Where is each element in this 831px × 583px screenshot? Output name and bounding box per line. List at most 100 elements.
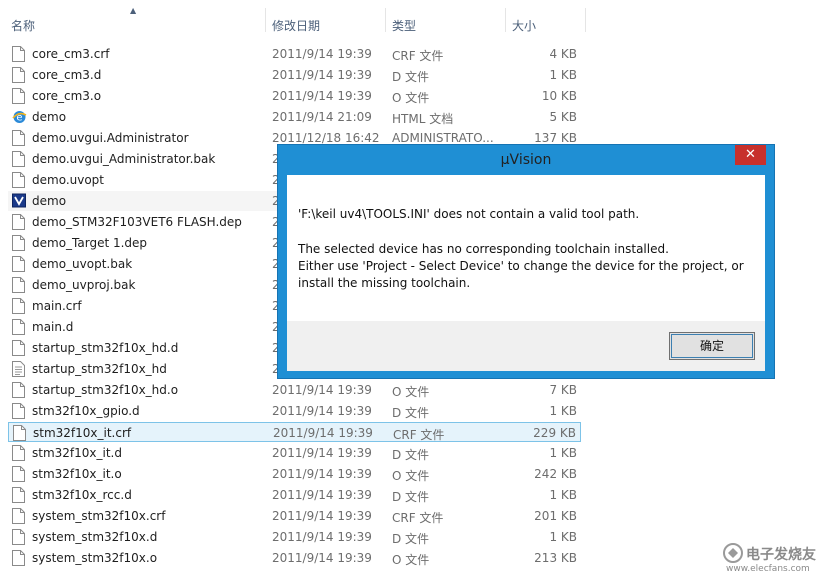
file-name: core_cm3.o [32,89,102,103]
ok-button[interactable]: 确定 [669,332,755,360]
close-button[interactable]: ✕ [735,145,766,165]
elecfans-watermark: 电子发烧友 www.elecfans.com [720,540,826,580]
uvision-project-icon [12,193,26,209]
file-row[interactable]: core_cm3.crf 2011/9/14 19:39 CRF 文件 4 KB [8,44,581,64]
file-name: main.d [32,320,74,334]
file-name: demo.uvopt [32,173,105,187]
file-size: 10 KB [541,89,577,103]
file-icon [12,403,25,419]
file-icon [12,445,25,461]
file-row[interactable]: core_cm3.d 2011/9/14 19:39 D 文件 1 KB [8,65,581,85]
column-divider[interactable] [385,8,386,32]
column-header-size[interactable]: 大小 [512,17,536,34]
file-size: 1 KB [549,488,577,502]
file-size: 1 KB [549,530,577,544]
file-type: CRF 文件 [392,49,444,63]
file-size: 201 KB [534,509,577,523]
file-row[interactable]: core_cm3.o 2011/9/14 19:39 O 文件 10 KB [8,86,581,106]
file-icon [12,487,25,503]
file-icon [12,151,25,167]
file-icon [12,277,25,293]
dialog-message-line: install the missing toolchain. [298,276,471,290]
file-name: demo [32,194,67,208]
file-type: O 文件 [392,553,430,567]
text-file-icon [12,361,25,377]
file-name: stm32f10x_it.d [32,446,122,460]
file-icon [12,214,25,230]
dialog-message-line: The selected device has no corresponding… [298,242,669,256]
file-type: HTML 文档 [392,112,454,126]
file-icon [12,529,25,545]
file-row[interactable]: system_stm32f10x.d 2011/9/14 19:39 D 文件 1 K… [8,527,581,547]
column-divider[interactable] [505,8,506,32]
file-size: 1 KB [549,446,577,460]
file-date: 2011/9/14 19:39 [272,530,372,544]
file-size: 5 KB [549,110,577,124]
file-icon [13,425,26,441]
file-icon [12,550,25,566]
file-name: stm32f10x_gpio.d [32,404,140,418]
file-size: 229 KB [533,426,576,440]
dialog-message-path: 'F:\keil uv4\TOOLS.INI' does not contain… [298,207,640,221]
file-name: demo_uvproj.bak [32,278,136,292]
file-date: 2011/9/14 19:39 [272,47,372,61]
file-size: 242 KB [534,467,577,481]
file-icon [12,172,25,188]
file-name: startup_stm32f10x_hd.o [32,383,179,397]
file-row[interactable]: stm32f10x_it.crf 2011/9/14 19:39 CRF 文件 229… [8,422,581,442]
file-size: 137 KB [534,131,577,145]
file-row[interactable]: e demo 2011/9/14 21:09 HTML 文档 5 KB [8,107,581,127]
file-type: O 文件 [392,385,430,399]
watermark-url: www.elecfans.com [726,564,810,574]
file-row[interactable]: stm32f10x_rcc.d 2011/9/14 19:39 D 文件 1 KB [8,485,581,505]
file-icon [12,340,25,356]
file-name: stm32f10x_it.o [32,467,122,481]
dialog-message-toolchain: The selected device has no corresponding… [298,241,758,292]
column-header-bar: ▲ 名称 修改日期 类型 大小 [0,0,831,40]
file-date: 2011/9/14 19:39 [272,383,372,397]
dialog-title: µVision [500,152,552,168]
column-header-modified[interactable]: 修改日期 [272,17,320,34]
file-date: 2011/9/14 19:39 [272,509,372,523]
file-date: 2011/9/14 19:39 [272,467,372,481]
file-size: 7 KB [549,383,577,397]
file-name: startup_stm32f10x_hd.d [32,341,179,355]
file-date: 2011/9/14 21:09 [272,110,372,124]
file-name: demo_STM32F103VET6 FLASH.dep [32,215,242,229]
file-size: 1 KB [549,404,577,418]
file-date: 2011/9/14 19:39 [272,488,372,502]
file-row[interactable]: stm32f10x_it.o 2011/9/14 19:39 O 文件 242 KB [8,464,581,484]
file-row[interactable]: system_stm32f10x.crf 2011/9/14 19:39 CRF 文… [8,506,581,526]
file-type: ADMINISTRATO... [392,131,494,145]
file-name: core_cm3.d [32,68,102,82]
file-date: 2011/9/14 19:39 [272,404,372,418]
watermark-text: 电子发烧友 [746,547,816,563]
file-date: 2011/9/14 19:39 [272,551,372,565]
file-type: O 文件 [392,469,430,483]
file-type: D 文件 [392,532,430,546]
file-name: main.crf [32,299,82,313]
file-icon [12,130,25,146]
file-name: core_cm3.crf [32,47,110,61]
column-divider[interactable] [585,8,586,32]
file-date: 2011/12/18 16:42 [272,131,380,145]
file-icon [12,382,25,398]
file-row[interactable]: stm32f10x_it.d 2011/9/14 19:39 D 文件 1 KB [8,443,581,463]
file-name: demo_Target 1.dep [32,236,148,250]
column-header-type[interactable]: 类型 [392,17,416,34]
file-type: D 文件 [392,406,430,420]
ie-html-icon: e [12,109,27,125]
file-type: O 文件 [392,91,430,105]
file-row[interactable]: startup_stm32f10x_hd.o 2011/9/14 19:39 O 文… [8,380,581,400]
file-icon [12,508,25,524]
file-icon [12,466,25,482]
column-header-name[interactable]: 名称 [11,17,35,34]
file-row[interactable]: stm32f10x_gpio.d 2011/9/14 19:39 D 文件 1 KB [8,401,581,421]
file-icon [12,235,25,251]
column-divider[interactable] [265,8,266,32]
watermark-logo-icon [723,543,743,563]
file-name: stm32f10x_rcc.d [32,488,132,502]
file-row[interactable]: system_stm32f10x.o 2011/9/14 19:39 O 文件 213… [8,548,581,568]
uvision-error-dialog: µVision ✕ 'F:\keil uv4\TOOLS.INI' does n… [277,144,775,379]
file-name: system_stm32f10x.crf [32,509,166,523]
